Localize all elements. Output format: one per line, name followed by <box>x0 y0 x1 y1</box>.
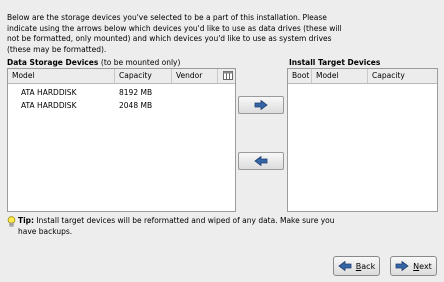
lightbulb-icon <box>7 216 16 227</box>
install-target-heading: Install Target Devices <box>289 58 381 67</box>
right-arrow-icon <box>254 100 268 110</box>
tip: Tip: Install target devices will be refo… <box>7 216 347 237</box>
column-chooser-icon[interactable] <box>222 70 234 81</box>
next-button[interactable]: Next <box>390 256 437 276</box>
table-row[interactable]: ATA HARDDISK 2048 MB <box>8 100 235 112</box>
column-vendor[interactable]: Vendor <box>172 69 218 83</box>
data-storage-heading: Data Storage Devices (to be mounted only… <box>7 58 180 67</box>
column-capacity[interactable]: Capacity <box>115 69 172 83</box>
back-button[interactable]: Back <box>333 256 380 276</box>
column-capacity[interactable]: Capacity <box>368 69 437 83</box>
table-row[interactable]: ATA HARDDISK 8192 MB <box>8 87 235 99</box>
tip-text: Install target devices will be reformatt… <box>18 216 335 236</box>
row-model: ATA HARDDISK <box>21 88 77 97</box>
left-arrow-icon <box>254 156 268 166</box>
tip-label: Tip: <box>18 216 35 225</box>
intro-text: Below are the storage devices you've sel… <box>7 13 342 54</box>
back-label: Back <box>355 261 376 271</box>
column-boot[interactable]: Boot <box>288 69 312 83</box>
row-model: ATA HARDDISK <box>21 101 77 110</box>
next-label: Next <box>413 261 432 271</box>
data-storage-subtitle: (to be mounted only) <box>100 58 181 67</box>
column-model[interactable]: Model <box>8 69 115 83</box>
data-storage-header: Model Capacity Vendor <box>8 69 235 84</box>
data-storage-title: Data Storage Devices <box>7 58 99 67</box>
remove-from-target-button[interactable] <box>238 152 284 170</box>
install-target-header: Boot Model Capacity <box>288 69 437 84</box>
column-model[interactable]: Model <box>312 69 368 83</box>
next-arrow-icon <box>395 261 409 271</box>
add-to-target-button[interactable] <box>238 96 284 114</box>
install-target-list[interactable]: Boot Model Capacity <box>287 68 438 212</box>
row-capacity: 2048 MB <box>119 101 153 110</box>
data-storage-list[interactable]: Model Capacity Vendor ATA HARDDISK 8192 … <box>7 68 236 212</box>
back-arrow-icon <box>338 261 352 271</box>
row-capacity: 8192 MB <box>119 88 153 97</box>
